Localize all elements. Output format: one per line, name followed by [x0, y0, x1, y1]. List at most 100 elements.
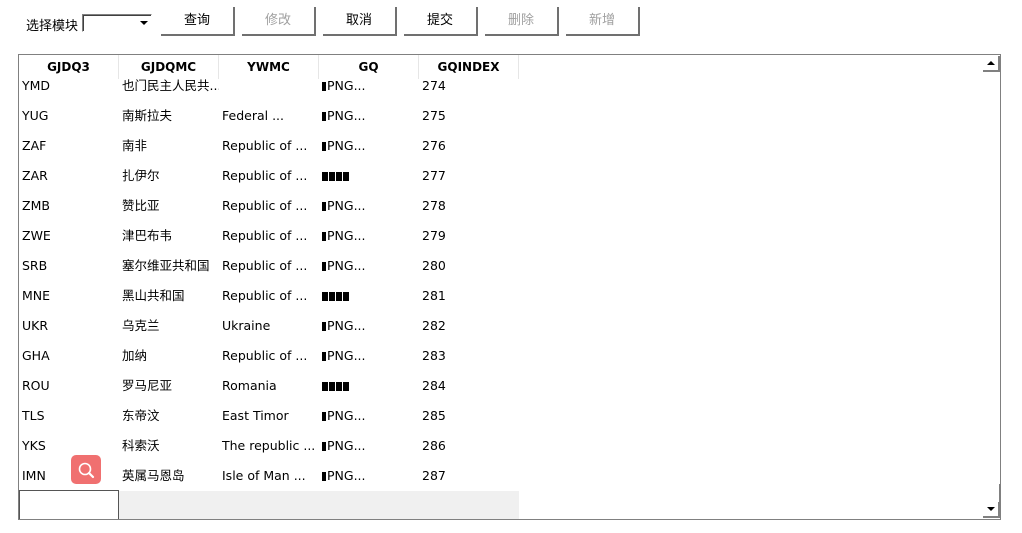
cell-gjdqmc[interactable]: 东帝汶: [119, 401, 219, 431]
cell-ywmc[interactable]: Republic of ...: [219, 341, 319, 371]
cell-gqindex[interactable]: 275: [419, 101, 519, 131]
cell-ywmc[interactable]: Republic of ...: [219, 221, 319, 251]
cell-gjdq3[interactable]: UKR: [19, 311, 119, 341]
table-row[interactable]: TLS 东帝汶 East Timor PNG... 285: [19, 401, 519, 431]
table-row[interactable]: UKR 乌克兰 Ukraine PNG... 282: [19, 311, 519, 341]
query-button[interactable]: 查询: [161, 7, 235, 36]
table-row[interactable]: ZWE 津巴布韦 Republic of ... PNG... 279: [19, 221, 519, 251]
scrollbar-thumb[interactable]: [996, 484, 1001, 502]
cell-gjdq3[interactable]: GHA: [19, 341, 119, 371]
cell-gqindex[interactable]: 281: [419, 281, 519, 311]
arrow-up-icon: [987, 61, 995, 65]
table-row[interactable]: YUG 南斯拉夫 Federal ... PNG... 275: [19, 101, 519, 131]
cell-ywmc[interactable]: Republic of ...: [219, 281, 319, 311]
cell-gqindex[interactable]: 285: [419, 401, 519, 431]
table-row[interactable]: ZAF 南非 Republic of ... PNG... 276: [19, 131, 519, 161]
cell-gjdq3[interactable]: YKS: [19, 431, 119, 461]
cell-gqindex[interactable]: 276: [419, 131, 519, 161]
edit-button[interactable]: 修改: [242, 7, 316, 36]
scroll-up-button[interactable]: [983, 56, 1000, 72]
cell-gjdqmc[interactable]: 英属马恩岛: [119, 461, 219, 491]
column-header-ywmc[interactable]: YWMC: [219, 55, 319, 79]
cell-gq[interactable]: [319, 371, 419, 401]
cell-gqindex[interactable]: 282: [419, 311, 519, 341]
cell-gq[interactable]: PNG...: [319, 431, 419, 461]
cell-gqindex[interactable]: 278: [419, 191, 519, 221]
cell-gjdqmc[interactable]: 塞尔维亚共和国: [119, 251, 219, 281]
cell-gjdq3[interactable]: ZAR: [19, 161, 119, 191]
cell-gqindex[interactable]: 280: [419, 251, 519, 281]
cell-gq[interactable]: PNG...: [319, 341, 419, 371]
cell-gq[interactable]: [319, 281, 419, 311]
cell-ywmc[interactable]: Romania: [219, 371, 319, 401]
cell-gjdq3[interactable]: ZAF: [19, 131, 119, 161]
table-row[interactable]: ROU 罗马尼亚 Romania 284: [19, 371, 519, 401]
cell-ywmc[interactable]: The republic ...: [219, 431, 319, 461]
submit-button[interactable]: 提交: [404, 7, 478, 36]
delete-button[interactable]: 删除: [485, 7, 559, 36]
scroll-down-button[interactable]: [983, 502, 1000, 518]
cell-gjdqmc[interactable]: 科索沃: [119, 431, 219, 461]
column-header-gjdqmc[interactable]: GJDQMC: [119, 55, 219, 79]
cell-gq[interactable]: PNG...: [319, 221, 419, 251]
search-button[interactable]: [71, 455, 101, 484]
cell-gjdqmc[interactable]: 津巴布韦: [119, 221, 219, 251]
cell-gjdqmc[interactable]: 赞比亚: [119, 191, 219, 221]
cell-gjdq3[interactable]: SRB: [19, 251, 119, 281]
cell-gjdq3[interactable]: IMN: [19, 461, 119, 491]
table-row[interactable]: GHA 加纳 Republic of ... PNG... 283: [19, 341, 519, 371]
cell-ywmc[interactable]: Republic of ...: [219, 251, 319, 281]
cell-gjdq3[interactable]: MNE: [19, 281, 119, 311]
cell-gqindex[interactable]: 283: [419, 341, 519, 371]
cell-ywmc[interactable]: Republic of ...: [219, 191, 319, 221]
cell-gjdq3[interactable]: ZMB: [19, 191, 119, 221]
cell-gjdqmc[interactable]: 罗马尼亚: [119, 371, 219, 401]
table-row[interactable]: SRB 塞尔维亚共和国 Republic of ... PNG... 280: [19, 251, 519, 281]
cell-gjdqmc[interactable]: 南非: [119, 131, 219, 161]
cell-gjdqmc[interactable]: 南斯拉夫: [119, 101, 219, 131]
cell-gjdqmc[interactable]: 扎伊尔: [119, 161, 219, 191]
column-header-gq[interactable]: GQ: [319, 55, 419, 79]
cell-gq[interactable]: [319, 161, 419, 191]
cell-gqindex[interactable]: 286: [419, 431, 519, 461]
cell-ywmc[interactable]: Isle of Man ...: [219, 461, 319, 491]
cell-gjdq3[interactable]: ROU: [19, 371, 119, 401]
table-row[interactable]: ZMB 赞比亚 Republic of ... PNG... 278: [19, 191, 519, 221]
cell-gqindex[interactable]: 279: [419, 221, 519, 251]
table-row[interactable]: ZAR 扎伊尔 Republic of ... 277: [19, 161, 519, 191]
cell-ywmc[interactable]: Ukraine: [219, 311, 319, 341]
cell-gqindex[interactable]: 287: [419, 461, 519, 491]
cell-text: PNG...: [327, 348, 366, 363]
cell-gq[interactable]: PNG...: [319, 251, 419, 281]
image-marker-icon: [322, 442, 326, 451]
cell-gq[interactable]: PNG...: [319, 101, 419, 131]
cell-gjdq3[interactable]: TLS: [19, 401, 119, 431]
cell-gq[interactable]: PNG...: [319, 191, 419, 221]
table-row[interactable]: MNE 黑山共和国 Republic of ... 281: [19, 281, 519, 311]
image-marker-icon: [322, 412, 326, 421]
module-select[interactable]: [82, 14, 152, 32]
cell-gjdq3[interactable]: ZWE: [19, 221, 119, 251]
cell-gqindex[interactable]: 284: [419, 371, 519, 401]
cell-gjdq3[interactable]: YUG: [19, 101, 119, 131]
column-header-gjdq3[interactable]: GJDQ3: [19, 55, 119, 79]
cell-gq[interactable]: PNG...: [319, 131, 419, 161]
cell-gq[interactable]: PNG...: [319, 461, 419, 491]
new-row-input[interactable]: [19, 490, 119, 519]
cell-gqindex[interactable]: 277: [419, 161, 519, 191]
cell-text: PNG...: [327, 438, 366, 453]
cell-ywmc[interactable]: Republic of ...: [219, 161, 319, 191]
search-icon: [78, 462, 95, 479]
cell-ywmc[interactable]: Republic of ...: [219, 131, 319, 161]
cell-gq[interactable]: PNG...: [319, 401, 419, 431]
chevron-down-icon[interactable]: [140, 21, 148, 25]
add-button[interactable]: 新增: [566, 7, 640, 36]
cancel-button[interactable]: 取消: [323, 7, 397, 36]
cell-gjdqmc[interactable]: 黑山共和国: [119, 281, 219, 311]
cell-ywmc[interactable]: East Timor: [219, 401, 319, 431]
cell-ywmc[interactable]: Federal ...: [219, 101, 319, 131]
cell-gq[interactable]: PNG...: [319, 311, 419, 341]
column-header-gqindex[interactable]: GQINDEX: [419, 55, 519, 79]
cell-gjdqmc[interactable]: 乌克兰: [119, 311, 219, 341]
cell-gjdqmc[interactable]: 加纳: [119, 341, 219, 371]
